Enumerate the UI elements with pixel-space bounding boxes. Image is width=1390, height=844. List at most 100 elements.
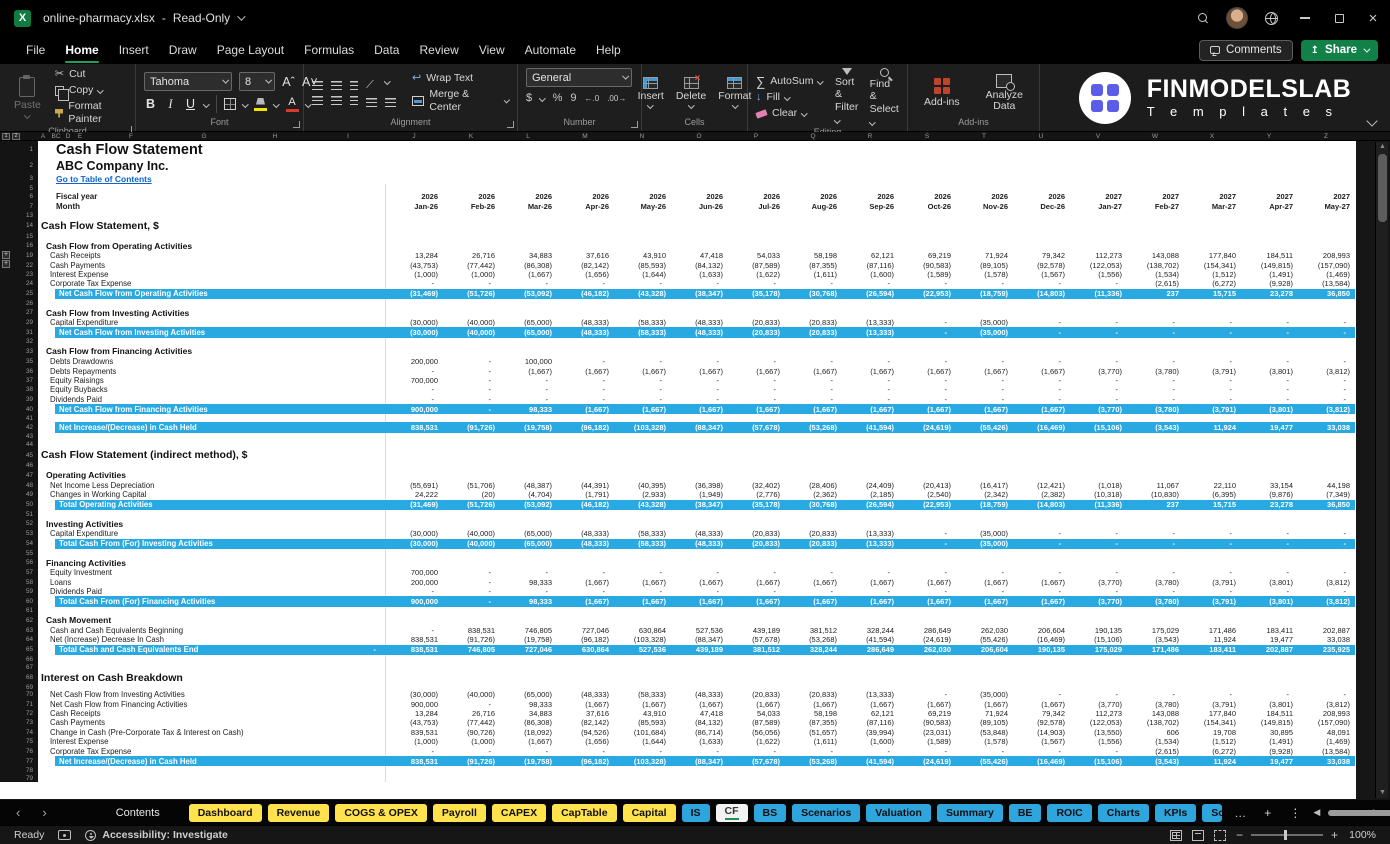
cell[interactable]: 900,000	[386, 699, 443, 708]
cell[interactable]: 43,910	[614, 251, 671, 260]
cell[interactable]: -	[443, 404, 500, 415]
cell[interactable]: -	[785, 587, 842, 596]
column-header-U[interactable]: U	[1039, 132, 1044, 141]
cell[interactable]: -	[557, 357, 614, 366]
row-number-5[interactable]: 5	[0, 184, 38, 192]
cell[interactable]: -	[557, 746, 614, 755]
underline-button[interactable]: U	[184, 97, 197, 111]
row-label-cell[interactable]: Capital Expenditure	[38, 529, 386, 538]
row-label-cell[interactable]	[38, 184, 386, 192]
cell[interactable]: (16,469)	[1013, 756, 1070, 767]
cell[interactable]: (2,933)	[614, 490, 671, 499]
cell[interactable]: (1,667)	[956, 699, 1013, 708]
cell[interactable]: (3,801)	[1241, 577, 1298, 586]
cell[interactable]: (122,053)	[1070, 718, 1127, 727]
cell[interactable]: (58,333)	[614, 327, 671, 338]
row-label-cell[interactable]	[38, 549, 386, 557]
cell[interactable]: -	[1298, 385, 1355, 394]
row-label-cell[interactable]: Net Cash Flow from Investing Activities	[38, 690, 386, 699]
cell[interactable]: (1,556)	[1070, 270, 1127, 279]
cell[interactable]: (6,272)	[1184, 746, 1241, 755]
clear-button[interactable]: Clear	[756, 107, 823, 120]
cell[interactable]: -	[1070, 357, 1127, 366]
cell[interactable]: (149,815)	[1241, 718, 1298, 727]
cell[interactable]: (20,833)	[728, 318, 785, 327]
cell[interactable]: -	[956, 395, 1013, 404]
row-number-55[interactable]: 55	[0, 549, 38, 557]
cell[interactable]: (96,182)	[557, 756, 614, 767]
cell[interactable]: (13,550)	[1070, 728, 1127, 737]
page-layout-view-button[interactable]	[1192, 830, 1204, 841]
cell[interactable]: -	[728, 568, 785, 577]
row-number-26[interactable]: 26	[0, 299, 38, 307]
cell[interactable]: 143,088	[1127, 251, 1184, 260]
cell[interactable]: (2,185)	[842, 490, 899, 499]
cell[interactable]: (11,336)	[1070, 500, 1127, 511]
row-label-cell[interactable]	[38, 211, 386, 219]
menu-item-file[interactable]: File	[16, 38, 55, 62]
cell[interactable]: (20,833)	[728, 690, 785, 699]
cell[interactable]: 190,135	[1013, 645, 1070, 656]
cell[interactable]: (1,667)	[728, 699, 785, 708]
cell[interactable]: (15,106)	[1070, 422, 1127, 433]
cell[interactable]: -	[671, 395, 728, 404]
empty-cells[interactable]	[386, 184, 1356, 192]
row-number-51[interactable]: 51	[0, 510, 38, 518]
row-label-cell[interactable]: Go to Table of Contents	[38, 173, 386, 184]
column-header-Y[interactable]: Y	[1267, 132, 1271, 141]
cell[interactable]: (1,567)	[1013, 737, 1070, 746]
cell[interactable]: (51,726)	[443, 500, 500, 511]
sheet-tab-roic[interactable]: ROIC	[1047, 804, 1091, 822]
cell[interactable]: (3,812)	[1298, 404, 1355, 415]
cell[interactable]: 19,477	[1241, 635, 1298, 644]
cell[interactable]: 54,033	[728, 251, 785, 260]
cell[interactable]: -	[386, 395, 443, 404]
cell[interactable]: (3,770)	[1070, 404, 1127, 415]
cell[interactable]: (87,116)	[842, 260, 899, 269]
sheet-menu-button[interactable]: ⋮	[1283, 806, 1307, 820]
cell[interactable]: -	[443, 357, 500, 366]
cell[interactable]: 328,244	[842, 626, 899, 635]
cell[interactable]: Nov-26	[956, 202, 1013, 212]
fill-color-button[interactable]	[254, 98, 267, 111]
cell[interactable]: -	[1013, 746, 1070, 755]
cell[interactable]: (14,803)	[1013, 289, 1070, 300]
cell[interactable]: (13,333)	[842, 529, 899, 538]
cell[interactable]: 112,273	[1070, 709, 1127, 718]
cell[interactable]: (1,534)	[1127, 737, 1184, 746]
cell[interactable]: (35,000)	[956, 690, 1013, 699]
cell[interactable]: 606	[1127, 728, 1184, 737]
font-dialog-launcher[interactable]	[293, 121, 300, 128]
cell[interactable]: 2027	[1298, 192, 1355, 202]
cell[interactable]: (53,848)	[956, 728, 1013, 737]
tab-scroll-right-icon[interactable]: ›	[34, 805, 54, 820]
cell[interactable]: -	[1184, 395, 1241, 404]
cell[interactable]: (3,812)	[1298, 366, 1355, 375]
cell[interactable]: 527,536	[671, 626, 728, 635]
cell[interactable]: 2026	[386, 192, 443, 202]
column-header-J[interactable]: J	[412, 132, 415, 141]
cell[interactable]: (20,833)	[785, 327, 842, 338]
row-label-cell[interactable]: Corporate Tax Expense	[38, 746, 386, 755]
cell[interactable]: (91,726)	[443, 756, 500, 767]
row-number-24[interactable]: 24	[0, 279, 38, 288]
cell[interactable]: 19,477	[1241, 422, 1298, 433]
empty-cells[interactable]	[386, 557, 1356, 568]
cell[interactable]: 237	[1127, 500, 1184, 511]
cell[interactable]: -	[1013, 690, 1070, 699]
row-label-cell[interactable]: Capital Expenditure	[38, 318, 386, 327]
cell[interactable]: 262,030	[956, 626, 1013, 635]
row-number-61[interactable]: 61	[0, 607, 38, 615]
cell[interactable]: 47,418	[671, 251, 728, 260]
outline-expand-button[interactable]: +	[2, 251, 10, 259]
row-label-cell[interactable]: Month	[38, 202, 386, 212]
cell[interactable]: (1,491)	[1241, 737, 1298, 746]
cell[interactable]: 838,531	[386, 756, 443, 767]
cell[interactable]: (20,833)	[785, 529, 842, 538]
row-number-23[interactable]: 23	[0, 270, 38, 279]
find-select-button[interactable]: Find & Select	[870, 68, 899, 127]
cell[interactable]: (56,056)	[728, 728, 785, 737]
cell[interactable]: -	[1127, 690, 1184, 699]
cell[interactable]: (48,387)	[500, 481, 557, 490]
row-label-cell[interactable]: Cash Payments	[38, 718, 386, 727]
